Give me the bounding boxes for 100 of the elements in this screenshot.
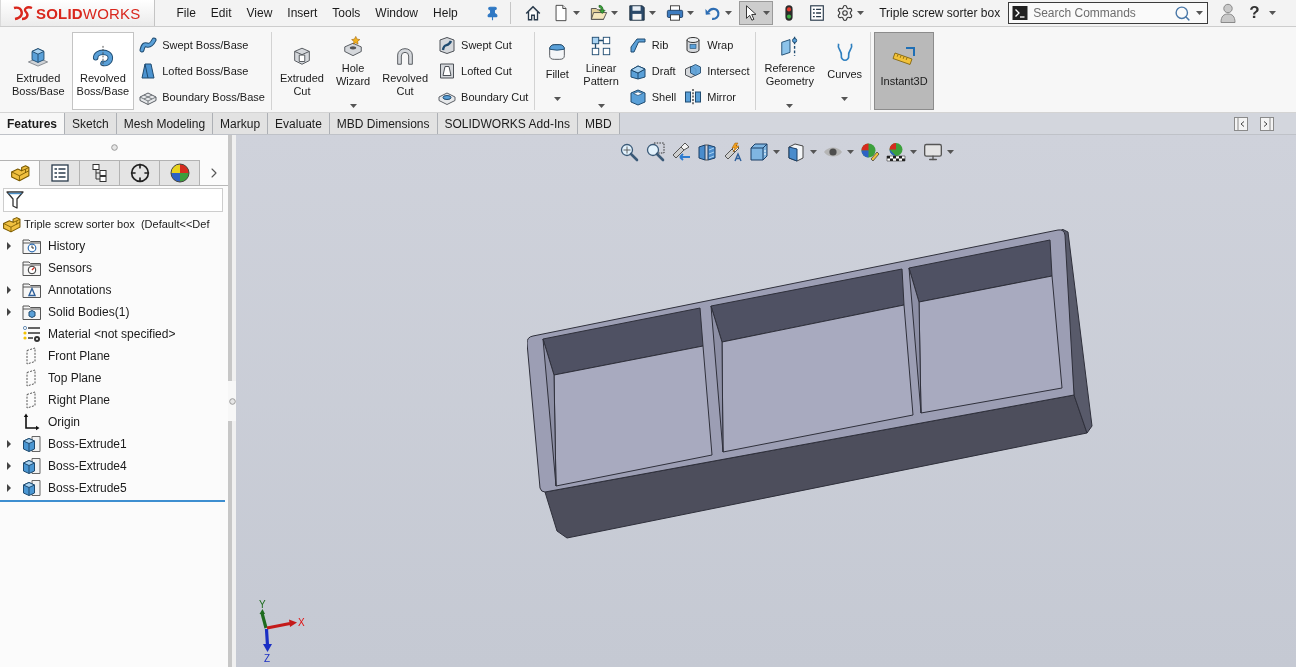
expand-arrow-icon[interactable] [6,308,12,316]
caret-icon[interactable] [786,103,794,108]
caret-icon[interactable] [841,97,849,101]
panel-arrow-right-icon[interactable] [1260,116,1274,131]
flashlight-bolt-icon[interactable] [723,142,743,162]
ribbon-tab[interactable]: Features [0,113,66,134]
tree-item[interactable]: Origin [48,415,80,429]
menu-item[interactable]: Window [367,1,426,25]
tree-item[interactable]: Right Plane [48,393,111,407]
tree-item[interactable]: Boss-Extrude4 [48,459,127,473]
tree-item[interactable]: Triple screw sorter box (Default<<Def [24,218,210,230]
ribbon-tab[interactable]: Mesh Modeling [116,113,214,134]
color-ball-checker-icon[interactable] [886,142,906,162]
expand-arrow-icon[interactable] [6,242,12,250]
monitor-icon[interactable] [923,142,943,162]
flashlight-arrow-icon[interactable] [671,142,691,162]
ribbon-tab[interactable]: Markup [213,113,269,134]
caret-icon[interactable] [1268,11,1276,15]
sliced-block-icon[interactable] [697,142,717,162]
menu-item[interactable]: File [169,1,204,25]
shaded-cube-icon[interactable] [786,142,806,162]
caret-icon[interactable] [573,11,581,15]
command-button[interactable]: Boundary Cut [435,84,532,110]
ribbon-tab[interactable]: Sketch [65,113,117,134]
command-button[interactable]: Linear Pattern [578,32,624,110]
grip-icon[interactable] [228,397,236,405]
search-icon[interactable] [1174,4,1192,22]
command-button[interactable]: Lofted Cut [435,58,532,84]
search-field[interactable]: Search Commands [1033,4,1170,22]
grip-icon[interactable] [110,144,118,151]
menu-item[interactable]: Insert [279,1,325,25]
tree-item[interactable]: Boss-Extrude5 [48,481,127,495]
ribbon-tab[interactable]: SOLIDWORKS Add-Ins [437,113,578,134]
ribbon-tab[interactable]: Evaluate [268,113,330,134]
menu-item[interactable]: Tools [324,1,368,25]
command-button[interactable]: Extruded Boss/Base [7,32,70,110]
user-icon[interactable] [1220,3,1237,23]
search-box[interactable]: Search Commands [1008,2,1209,24]
panel-tab[interactable] [40,160,80,186]
caret-icon[interactable] [725,11,733,15]
caret-icon[interactable] [947,150,954,154]
panel-tab[interactable] [80,160,120,186]
command-button[interactable]: Hole Wizard [330,32,376,110]
caret-icon[interactable] [847,150,854,154]
toggle-button[interactable]: Instant3D [874,32,935,110]
menu-item[interactable]: Edit [203,1,240,25]
command-button[interactable]: Swept Cut [435,32,532,58]
panel-arrow-left-icon[interactable] [1234,116,1248,131]
caret-icon[interactable] [553,97,561,101]
command-button[interactable]: Boundary Boss/Base [136,84,268,110]
command-button[interactable]: Swept Boss/Base [136,32,268,58]
select-button[interactable] [739,1,774,25]
magnifier-icon[interactable] [619,142,639,162]
caret-icon[interactable] [649,11,657,15]
command-button[interactable]: Lofted Boss/Base [136,58,268,84]
pin-icon[interactable] [485,5,501,21]
caret-icon[interactable] [810,150,817,154]
tree-item[interactable]: Sensors [48,261,93,275]
caret-icon[interactable] [773,150,780,154]
command-button[interactable]: Extruded Cut [274,32,329,110]
command-button[interactable]: Draft [625,58,680,84]
splitter-handle[interactable] [228,381,236,421]
command-button[interactable]: Fillet [538,32,577,110]
command-button[interactable]: Reference Geometry [759,32,821,110]
caret-icon[interactable] [597,103,605,108]
tree-item[interactable]: Front Plane [48,349,111,363]
command-button[interactable]: Shell [625,84,680,110]
expand-arrow-icon[interactable] [6,484,12,492]
ribbon-tab[interactable]: MBD Dimensions [329,113,438,134]
caret-icon[interactable] [857,11,865,15]
help-button[interactable]: ? [1246,2,1263,24]
tree-item[interactable]: Annotations [48,283,112,297]
tree-item[interactable]: Material <not specified> [48,327,176,341]
tree-item[interactable]: History [48,239,86,253]
magnifier-frame-icon[interactable] [645,142,665,162]
cube-frame-icon[interactable] [749,142,769,162]
tree-item[interactable]: Solid Bodies(1) [48,305,130,319]
caret-icon[interactable] [611,11,619,15]
caret-icon[interactable] [1196,11,1204,15]
command-button[interactable]: Curves [822,32,868,110]
caret-icon[interactable] [763,11,771,15]
panel-tab[interactable] [160,160,200,186]
tree-item[interactable]: Boss-Extrude1 [48,437,127,451]
expand-arrow-icon[interactable] [6,286,12,294]
caret-icon[interactable] [910,150,917,154]
expand-arrow-icon[interactable] [6,440,12,448]
menu-item[interactable]: View [239,1,280,25]
command-button[interactable]: Mirror [681,84,753,110]
command-button[interactable]: Intersect [681,58,753,84]
command-button[interactable]: Wrap [681,32,753,58]
color-ball-pencil-icon[interactable] [860,142,880,162]
command-button[interactable]: Revolved Cut [377,32,434,110]
caret-icon[interactable] [687,11,695,15]
menu-item[interactable]: Help [425,1,466,25]
ribbon-tab[interactable]: MBD [577,113,620,134]
caret-icon[interactable] [349,103,357,108]
command-button[interactable]: Rib [625,32,680,58]
panel-tab[interactable] [120,160,160,186]
expand-arrow-icon[interactable] [6,462,12,470]
tree-item[interactable]: Top Plane [48,371,102,385]
